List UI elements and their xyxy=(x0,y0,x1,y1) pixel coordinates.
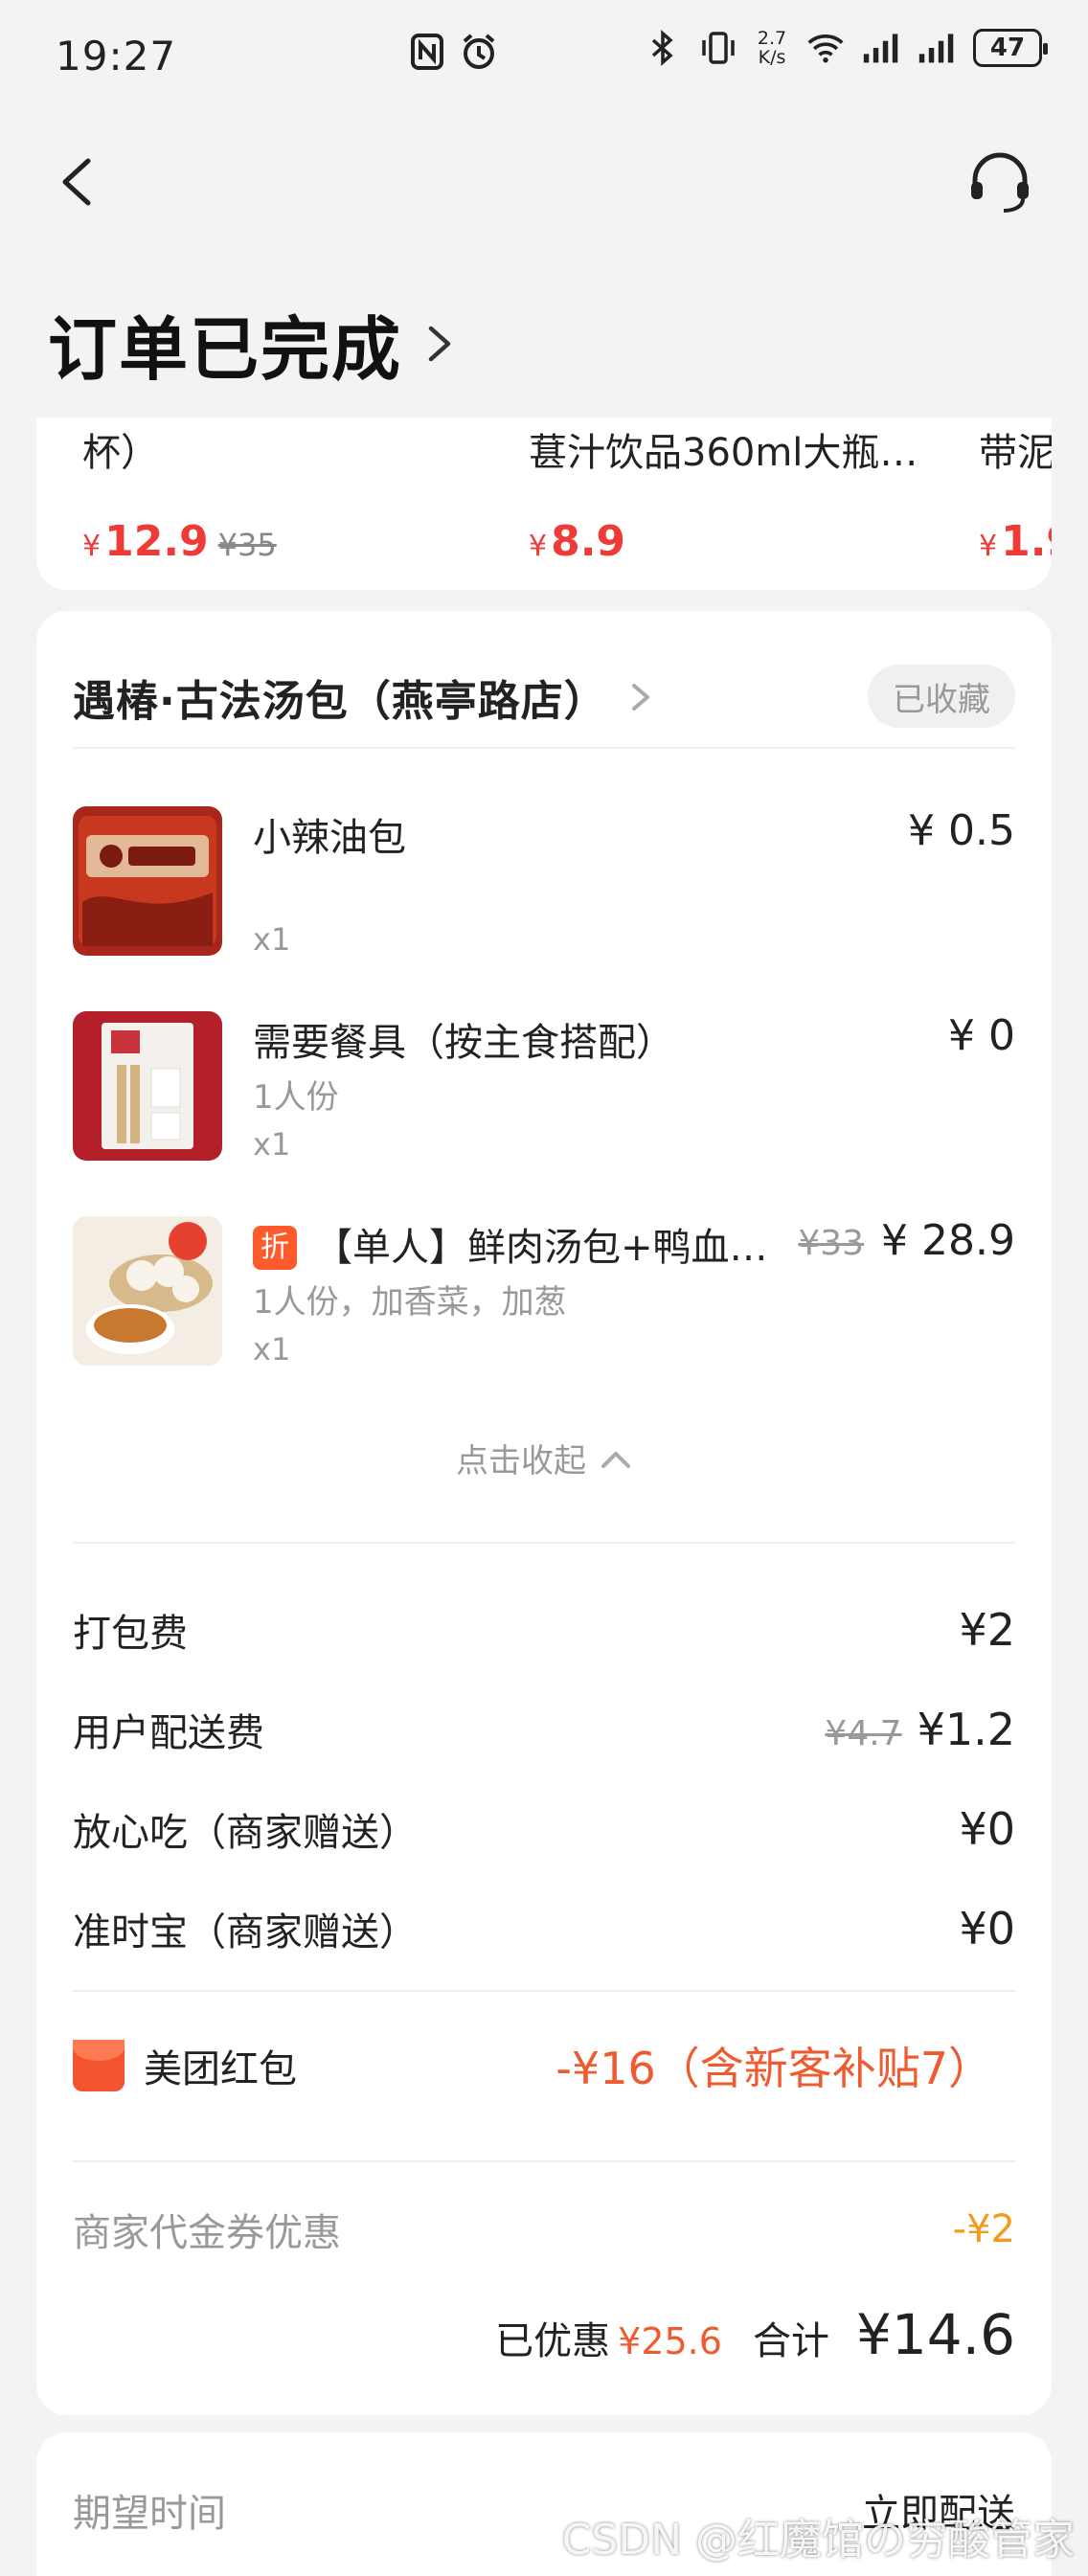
item-image-soup-dumplings xyxy=(73,1216,222,1366)
order-item: 折【单人】鲜肉汤包+鸭血… 1人份，加香菜，加葱 x1 ¥33 ¥ 28.9 xyxy=(73,1216,1015,1369)
alarm-icon xyxy=(460,33,498,71)
favorite-badge[interactable]: 已收藏 xyxy=(868,665,1015,728)
fee-row-packing: 打包费 ¥2 xyxy=(73,1601,1015,1659)
divider xyxy=(73,1542,1015,1544)
item-price: ¥ 0.5 xyxy=(908,806,1015,855)
wifi-icon xyxy=(806,29,845,67)
fee-value: ¥0 xyxy=(959,1903,1015,1955)
order-detail-card: 遇椿·古法汤包（燕亭路店） 已收藏 小辣油包 x1 ¥ 0.5 需要餐具（按主食… xyxy=(36,611,1052,2415)
recommend-strip: 杯） ¥12.9¥35 葚汁饮品360ml大瓶… ¥8.9 带泥 ¥1.9 xyxy=(36,418,1052,590)
fee-label: 打包费 xyxy=(73,1612,188,1656)
fee-row-on-time: 准时宝（商家赠送） ¥0 xyxy=(73,1900,1015,1957)
customer-service-button[interactable] xyxy=(965,151,1034,215)
item-name: 需要餐具（按主食搭配） xyxy=(253,1021,674,1065)
chevron-right-icon xyxy=(428,326,451,361)
fee-original: ¥4.7 xyxy=(825,1714,902,1753)
redpack-row: 美团红包 -¥16（含新客补贴7） xyxy=(73,2032,1015,2099)
fee-value: ¥1.2 xyxy=(917,1704,1015,1755)
redpack-value: -¥16（含新客补贴7） xyxy=(555,2043,992,2094)
status-mid-icons xyxy=(408,33,498,71)
recommend-item[interactable]: 葚汁饮品360ml大瓶… ¥8.9 xyxy=(529,418,918,566)
status-right-icons: 2.7 K/s 47 xyxy=(644,28,1048,68)
recommend-item-name: 葚汁饮品360ml大瓶… xyxy=(529,431,918,475)
status-time: 19:27 xyxy=(56,32,177,79)
item-spec: 1人份 xyxy=(253,1078,339,1117)
divider xyxy=(73,1990,1015,1992)
fee-value: ¥0 xyxy=(959,1803,1015,1855)
recommend-item-price: ¥12.9 ¥35 xyxy=(82,517,277,566)
fee-label: 用户配送费 xyxy=(73,1711,264,1755)
status-bar: 19:27 2.7 K/s 47 xyxy=(0,0,1088,111)
signal-icon-1 xyxy=(862,29,900,67)
voucher-label: 商家代金券优惠 xyxy=(73,2211,341,2255)
order-status-label: 订单已完成 xyxy=(48,309,403,390)
recommend-item-name: 杯） xyxy=(82,431,159,475)
shop-header[interactable]: 遇椿·古法汤包（燕亭路店） 已收藏 xyxy=(73,649,1015,745)
order-item: 小辣油包 x1 ¥ 0.5 xyxy=(73,806,1015,960)
fee-label: 准时宝（商家赠送） xyxy=(73,1910,418,1955)
chevron-up-icon xyxy=(601,1452,630,1468)
divider xyxy=(73,747,1015,749)
fee-label: 放心吃（商家赠送） xyxy=(73,1811,418,1855)
signal-icon-2 xyxy=(918,29,956,67)
net-speed: 2.7 K/s xyxy=(757,28,787,68)
total-label: 合计 xyxy=(752,2319,829,2363)
saved-value: ¥25.6 xyxy=(618,2320,722,2362)
order-status-title[interactable]: 订单已完成 xyxy=(48,293,458,394)
watermark: CSDN @红魔馆の穷酸管家 xyxy=(561,2516,1075,2565)
chevron-left-icon xyxy=(62,158,91,206)
collapse-label: 点击收起 xyxy=(456,1442,586,1480)
back-button[interactable] xyxy=(54,153,102,211)
item-spec: 1人份，加香菜，加葱 xyxy=(253,1283,567,1322)
expected-time-label: 期望时间 xyxy=(73,2492,226,2536)
recommend-item[interactable]: 杯） ¥12.9 ¥35 xyxy=(82,418,277,566)
recommend-item-name: 带泥 xyxy=(979,431,1052,475)
bluetooth-icon xyxy=(644,29,682,67)
divider xyxy=(73,2160,1015,2162)
saved-label: 已优惠 xyxy=(495,2319,611,2363)
item-quantity: x1 xyxy=(253,1126,291,1163)
order-item: 需要餐具（按主食搭配） 1人份 x1 ¥ 0 xyxy=(73,1011,1015,1164)
chevron-right-icon xyxy=(631,684,649,711)
item-image-tableware xyxy=(73,1011,222,1161)
headset-icon xyxy=(971,152,1029,213)
fee-row-safe-eat: 放心吃（商家赠送） ¥0 xyxy=(73,1800,1015,1858)
vibrate-icon xyxy=(699,29,737,67)
item-quantity: x1 xyxy=(253,1331,291,1367)
voucher-row: 商家代金券优惠 -¥2 xyxy=(73,2201,1015,2258)
total-row: 已优惠 ¥25.6 合计 ¥14.6 xyxy=(495,2302,1015,2379)
voucher-value: -¥2 xyxy=(952,2207,1015,2251)
recommend-item-price: ¥8.9 xyxy=(529,517,626,566)
nfc-icon xyxy=(408,33,446,71)
red-envelope-icon xyxy=(73,2040,125,2091)
item-price: ¥33 ¥ 28.9 xyxy=(798,1216,1015,1265)
redpack-label: 美团红包 xyxy=(144,2047,297,2091)
item-quantity: x1 xyxy=(253,921,291,958)
item-name: 小辣油包 xyxy=(253,816,406,860)
fee-value: ¥2 xyxy=(959,1604,1015,1656)
recommend-item-price: ¥1.9 xyxy=(979,517,1052,566)
battery-indicator: 47 xyxy=(973,29,1048,67)
item-image-chili-oil xyxy=(73,806,222,956)
item-name: 折【单人】鲜肉汤包+鸭血… xyxy=(253,1216,768,1272)
item-price: ¥ 0 xyxy=(948,1011,1015,1060)
recommend-item[interactable]: 带泥 ¥1.9 xyxy=(979,418,1052,566)
discount-tag: 折 xyxy=(253,1226,297,1270)
shop-name: 遇椿·古法汤包（燕亭路店） xyxy=(73,677,607,726)
collapse-items-button[interactable]: 点击收起 xyxy=(36,1435,1052,1481)
total-value: ¥14.6 xyxy=(855,2302,1015,2367)
fee-row-delivery: 用户配送费 ¥4.7 ¥1.2 xyxy=(73,1701,1015,1758)
